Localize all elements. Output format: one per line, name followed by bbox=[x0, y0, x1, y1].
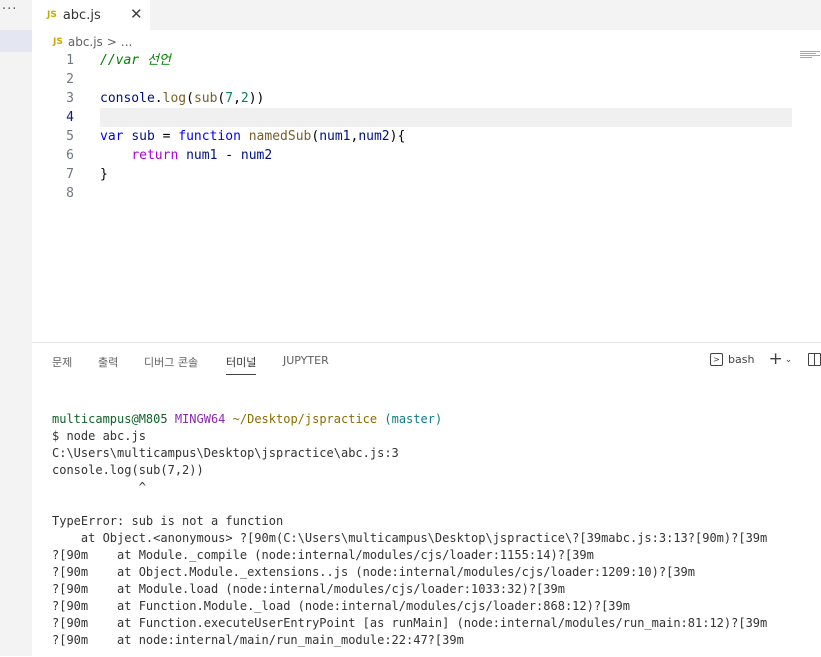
code-token: log bbox=[162, 91, 187, 106]
terminal-line: ?[90m at Module._compile (node:internal/… bbox=[52, 548, 594, 562]
code-token: ){ bbox=[389, 129, 406, 144]
tab-label: abc.js bbox=[62, 7, 101, 23]
code-token: = bbox=[154, 129, 179, 144]
code-token: } bbox=[100, 167, 108, 182]
line-number: 1 bbox=[66, 53, 74, 68]
terminal-line: ?[90m at node:internal/main/run_main_mod… bbox=[52, 633, 464, 647]
breadcrumb: JS abc.js > ... bbox=[53, 33, 132, 51]
code-line[interactable]: 1 //var 선언 bbox=[32, 51, 821, 70]
terminal-icon: > bbox=[710, 353, 723, 366]
code-token: console bbox=[100, 91, 155, 106]
line-number: 2 bbox=[66, 72, 74, 87]
code-editor[interactable]: 1//var 선언 2 3 console.log(sub(7,2)) 4 5 var su… bbox=[32, 51, 821, 341]
terminal-line: ?[90m at Module.load (node:internal/modu… bbox=[52, 582, 565, 596]
code-line[interactable]: 7} bbox=[32, 165, 821, 184]
code-token: . bbox=[154, 91, 163, 106]
code-token: function bbox=[178, 129, 241, 144]
panel-tab[interactable]: 터미널 bbox=[226, 354, 257, 375]
javascript-file-icon: JS bbox=[53, 37, 63, 47]
code-text: console.log(sub(7,2)) bbox=[100, 89, 264, 108]
code-text: var sub = function namedSub(num1,num2){ bbox=[100, 127, 405, 146]
breadcrumb-more[interactable]: ... bbox=[121, 35, 132, 49]
prompt-env: MINGW64 bbox=[174, 412, 226, 426]
line-number: 7 bbox=[66, 167, 74, 182]
terminal-line: at Object.<anonymous> ?[90m(C:\Users\mul… bbox=[52, 531, 768, 545]
panel-tabs: 문제 출력 디버그 콘솔 터미널 JUPYTER bbox=[32, 343, 821, 381]
tab-abc-js[interactable]: JS abc.js ✕ bbox=[32, 0, 150, 30]
code-line[interactable]: 2 bbox=[32, 70, 821, 89]
terminal-line: ?[90m at Object.Module._extensions..js (… bbox=[52, 565, 695, 579]
terminal-output[interactable]: multicampus@M805 MINGW64 ~/Desktop/jspra… bbox=[52, 411, 767, 649]
code-text: } bbox=[100, 165, 108, 184]
more-actions-icon[interactable]: ··· bbox=[2, 2, 17, 17]
terminal-line: $ node abc.js bbox=[52, 429, 146, 443]
panel-tab[interactable]: 디버그 콘솔 bbox=[144, 354, 198, 370]
code-token: sub bbox=[131, 129, 155, 144]
terminal-line: C:\Users\multicampus\Desktop\jspractice\… bbox=[52, 446, 399, 460]
code-token: num1 bbox=[186, 148, 218, 163]
code-token: ( bbox=[311, 129, 320, 144]
prompt-branch: (master) bbox=[384, 412, 443, 426]
line-number: 3 bbox=[66, 91, 74, 106]
panel-tab[interactable]: 문제 bbox=[52, 354, 72, 370]
code-token: 7 bbox=[225, 91, 234, 106]
code-token: )) bbox=[248, 91, 265, 106]
split-terminal-icon[interactable] bbox=[808, 353, 821, 366]
terminal-shell-label[interactable]: bash bbox=[728, 353, 754, 366]
terminal-prompt: multicampus@M805 MINGW64 ~/Desktop/jspra… bbox=[52, 412, 442, 426]
code-token: //var 선언 bbox=[100, 53, 171, 68]
selected-strip-item bbox=[0, 30, 32, 52]
code-token: ( bbox=[186, 91, 194, 106]
terminal-line: ?[90m at Function.Module._load (node:int… bbox=[52, 599, 630, 613]
chevron-right-icon: > bbox=[106, 35, 117, 49]
javascript-file-icon: JS bbox=[47, 10, 57, 20]
panel-tab[interactable]: JUPYTER bbox=[283, 354, 329, 367]
code-line[interactable]: 5 var sub = function namedSub(num1,num2){ bbox=[32, 127, 821, 146]
terminal-line: console.log(sub(7,2)) bbox=[52, 463, 204, 477]
prompt-path: ~/Desktop/jspractice bbox=[232, 412, 378, 426]
code-token: sub bbox=[193, 91, 218, 106]
code-line[interactable]: 3 console.log(sub(7,2)) bbox=[32, 89, 821, 108]
line-number: 8 bbox=[66, 186, 74, 201]
line-number: 5 bbox=[66, 129, 74, 144]
panel-actions: > bash + ⌄ bbox=[710, 351, 821, 368]
code-token: namedSub bbox=[248, 129, 312, 144]
terminal-line: ?[90m at Function.executeUserEntryPoint … bbox=[52, 616, 768, 630]
code-token: num2 bbox=[240, 148, 273, 163]
code-text: //var 선언 bbox=[100, 51, 171, 70]
code-line[interactable]: 4 bbox=[32, 108, 821, 127]
code-token: - bbox=[217, 148, 241, 163]
code-token: , bbox=[233, 91, 241, 106]
current-line-highlight bbox=[100, 108, 792, 127]
activity-strip: ··· bbox=[0, 0, 32, 656]
terminal-line: ^ bbox=[52, 480, 146, 494]
code-line[interactable]: 8 bbox=[32, 184, 821, 203]
code-text: return num1 - num2 bbox=[100, 146, 272, 165]
breadcrumb-file[interactable]: abc.js bbox=[68, 35, 103, 49]
code-token: 2 bbox=[240, 91, 249, 106]
prompt-user: multicampus@M805 bbox=[52, 412, 168, 426]
terminal-line: TypeError: sub is not a function bbox=[52, 514, 284, 528]
chevron-down-icon[interactable]: ⌄ bbox=[785, 355, 793, 365]
bottom-panel: 문제 출력 디버그 콘솔 터미널 JUPYTER > bash + ⌄ multicam… bbox=[32, 342, 821, 657]
close-icon[interactable]: ✕ bbox=[130, 5, 143, 23]
line-number: 4 bbox=[66, 110, 74, 125]
code-token: num1 bbox=[319, 129, 351, 144]
add-terminal-icon[interactable]: + bbox=[768, 351, 782, 368]
line-number: 6 bbox=[66, 148, 74, 163]
code-line[interactable]: 6 return num1 - num2 bbox=[32, 146, 821, 165]
code-token: var bbox=[100, 129, 124, 144]
panel-tab[interactable]: 출력 bbox=[98, 354, 118, 370]
code-token: return bbox=[131, 148, 179, 163]
code-token: num2 bbox=[358, 129, 390, 144]
editor-tab-bar: JS abc.js ✕ bbox=[32, 0, 821, 30]
